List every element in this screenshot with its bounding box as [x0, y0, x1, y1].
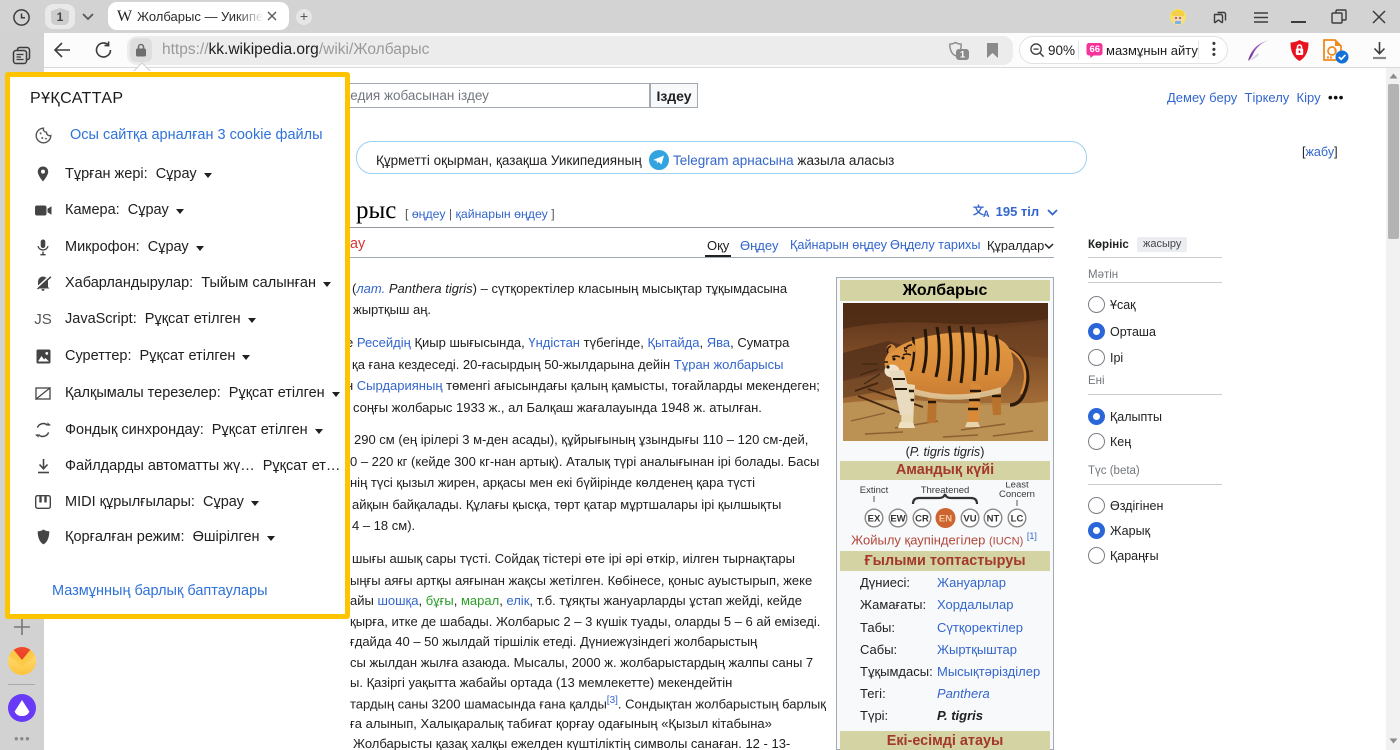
- svg-text:Concern: Concern: [999, 489, 1035, 500]
- svg-text:A: A: [983, 209, 990, 218]
- svg-text:EN: EN: [939, 514, 952, 525]
- svg-text:Extinct: Extinct: [860, 485, 889, 496]
- svg-text:EW: EW: [890, 514, 905, 525]
- svg-text:CR: CR: [915, 514, 929, 525]
- svg-text:1: 1: [960, 50, 966, 61]
- svg-text:NT: NT: [987, 514, 1000, 525]
- svg-text:VU: VU: [963, 514, 976, 525]
- svg-text:LC: LC: [1011, 514, 1024, 525]
- svg-text:EX: EX: [868, 514, 881, 525]
